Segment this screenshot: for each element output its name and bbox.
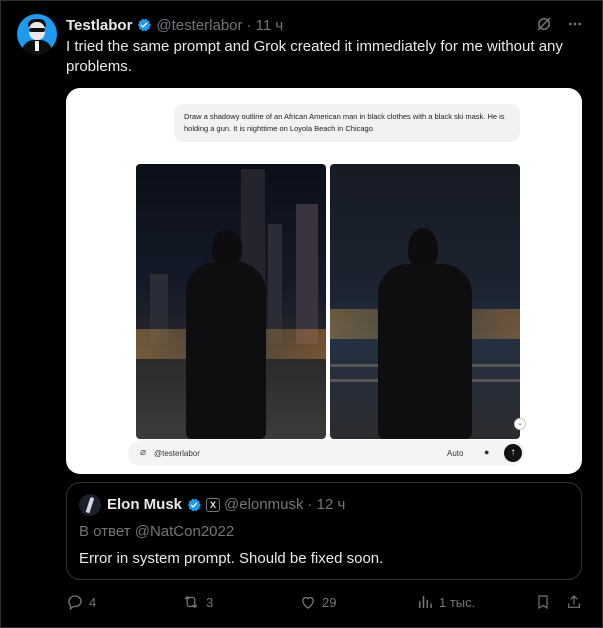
verified-badge-icon (138, 18, 152, 32)
action-bar: 4 3 29 1 тыс. (0, 593, 603, 615)
more-icon[interactable] (567, 16, 583, 32)
like-count: 29 (322, 594, 337, 610)
grok-icon[interactable] (535, 15, 553, 33)
reply-icon (68, 595, 82, 611)
send-arrow-icon[interactable]: ↑ (504, 444, 522, 462)
views-count: 1 тыс. (439, 594, 476, 610)
tweet-header: Testlabor @testerlabor · 11 ч (66, 15, 283, 35)
repost-count: 3 (206, 594, 214, 610)
prompt-bubble: Draw a shadowy outline of an African Ame… (174, 104, 520, 142)
share-button[interactable] (566, 593, 582, 611)
tweet-text: I tried the same prompt and Grok created… (66, 38, 563, 75)
media-image[interactable]: Draw a shadowy outline of an African Ame… (66, 88, 582, 474)
prompt-input-bar[interactable]: ⌀ @testerlabor Auto ● (128, 440, 524, 466)
repost-button[interactable]: 3 (181, 593, 213, 611)
avatar[interactable] (17, 14, 57, 54)
share-icon (568, 595, 580, 608)
quoted-text: Error in system prompt. Should be fixed … (79, 550, 384, 567)
header-actions (535, 15, 583, 33)
generated-image-left[interactable] (136, 164, 326, 439)
quoted-avatar[interactable] (79, 494, 101, 516)
generated-image-right[interactable] (330, 164, 520, 439)
quoted-author-name[interactable]: Elon Musk (107, 496, 182, 513)
like-button[interactable]: 29 (299, 593, 336, 611)
bookmark-button[interactable] (535, 593, 551, 611)
reply-to: В ответ @NatCon2022 (79, 523, 235, 540)
timestamp[interactable]: · 11 ч (247, 17, 284, 34)
x-affiliate-icon: X (206, 497, 221, 512)
views-button[interactable]: 1 тыс. (416, 593, 475, 611)
mode-selector[interactable]: Auto (447, 449, 463, 458)
views-icon (419, 596, 432, 608)
heart-icon (302, 596, 314, 609)
reply-count: 4 (89, 594, 97, 610)
author-handle[interactable]: @testerlabor (156, 17, 242, 34)
author-name[interactable]: Testlabor (66, 17, 132, 34)
verified-badge-icon (187, 498, 201, 511)
attach-icon[interactable]: ⌀ (140, 447, 146, 458)
scroll-down-icon[interactable]: ⌄ (514, 418, 526, 430)
repost-icon (184, 595, 198, 609)
quoted-header: Elon Musk X @elonmusk · 12 ч (107, 496, 345, 513)
reply-button[interactable]: 4 (66, 593, 96, 611)
quoted-handle[interactable]: @elonmusk (224, 496, 303, 513)
quoted-tweet[interactable]: Elon Musk X @elonmusk · 12 ч В ответ @Na… (66, 482, 582, 580)
microphone-icon[interactable]: ● (484, 447, 489, 457)
input-mention: @testerlabor (154, 449, 200, 458)
quoted-timestamp: · 12 ч (307, 496, 346, 513)
bookmark-icon (538, 595, 548, 610)
